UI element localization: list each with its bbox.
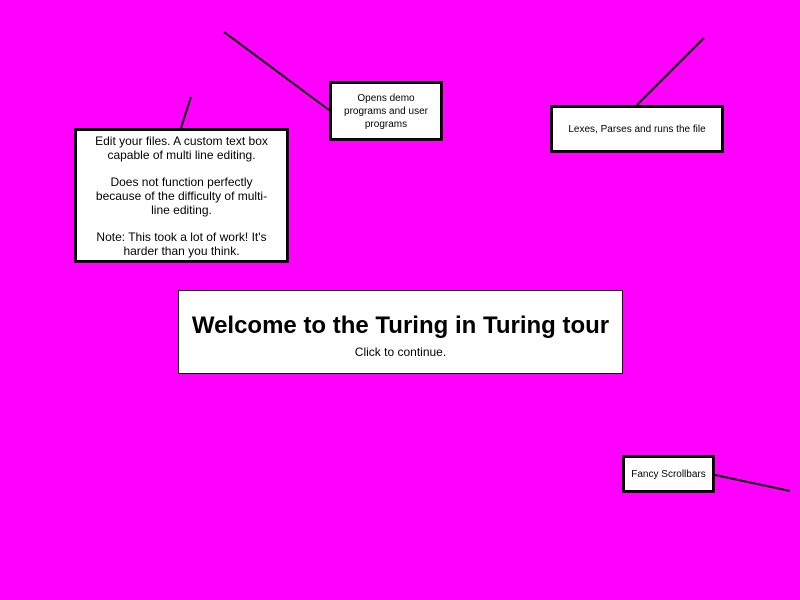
run-file-callout: Lexes, Parses and runs the file: [550, 105, 724, 153]
open-programs-callout-text: Opens demo programs and user programs: [344, 92, 428, 130]
editor-callout-paragraph-1: Edit your files. A custom text box capab…: [95, 133, 268, 162]
open-programs-callout: Opens demo programs and user programs: [329, 81, 443, 141]
run-file-pointer: [636, 37, 705, 106]
open-programs-pointer: [223, 31, 330, 111]
scrollbars-callout-text: Fancy Scrollbars: [631, 468, 706, 480]
welcome-title: Welcome to the Turing in Turing tour: [191, 312, 610, 339]
editor-pointer: [180, 96, 192, 129]
tour-overlay[interactable]: Opens demo programs and user programs Le…: [0, 0, 800, 600]
welcome-dialog[interactable]: Welcome to the Turing in Turing tour Cli…: [178, 290, 623, 374]
editor-callout: Edit your files. A custom text box capab…: [74, 128, 289, 263]
click-to-continue-text: Click to continue.: [354, 345, 447, 359]
run-file-callout-text: Lexes, Parses and runs the file: [568, 123, 706, 135]
scrollbars-pointer: [714, 474, 791, 492]
scrollbars-callout: Fancy Scrollbars: [622, 455, 715, 493]
editor-callout-paragraph-2: Does not function perfectly because of t…: [95, 174, 268, 217]
editor-callout-paragraph-3: Note: This took a lot of work! It's hard…: [96, 229, 267, 258]
